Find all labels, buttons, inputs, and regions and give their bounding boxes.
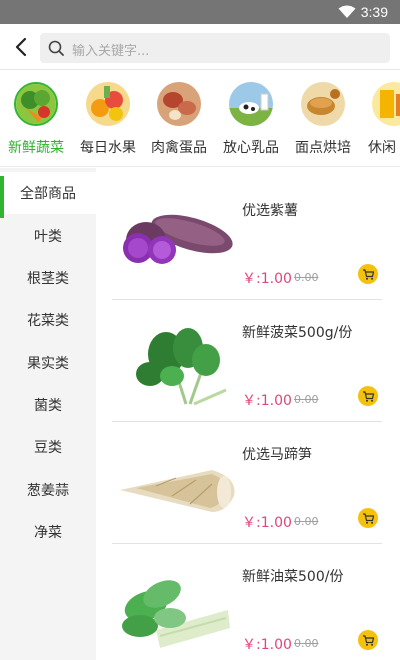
snacks-thumbnail <box>372 82 400 126</box>
add-to-cart-button[interactable] <box>358 264 378 284</box>
product-item[interactable]: 新鲜菠菜500g/份 ￥:1.00 0.00 <box>96 300 400 422</box>
category-dairy[interactable]: 放心乳品 <box>215 82 287 162</box>
sidebar-item-label: 净菜 <box>34 525 62 541</box>
sidebar-item-label: 豆类 <box>34 440 62 456</box>
sidebar-item-label: 叶类 <box>34 229 62 245</box>
product-item[interactable]: 新鲜油菜500/份 ￥:1.00 0.00 <box>96 544 400 660</box>
add-to-cart-button[interactable] <box>358 630 378 650</box>
sidebar-item-mushroom[interactable]: 菌类 <box>0 384 96 426</box>
back-button[interactable] <box>8 32 34 62</box>
add-to-cart-button[interactable] <box>358 386 378 406</box>
search-header: 输入关键字... <box>0 24 400 70</box>
product-original-price: 0.00 <box>294 393 319 406</box>
product-original-price: 0.00 <box>294 271 319 284</box>
sidebar-item-beans[interactable]: 豆类 <box>0 426 96 468</box>
product-name: 优选马蹄笋 <box>242 447 312 463</box>
product-price: ￥:1.00 <box>242 515 292 531</box>
sidebar-item-prepared[interactable]: 净菜 <box>0 511 96 553</box>
product-price: ￥:1.00 <box>242 637 292 653</box>
subcategory-sidebar: 全部商品 叶类 根茎类 花菜类 果实类 菌类 豆类 葱姜蒜 净菜 <box>0 168 96 660</box>
product-item[interactable]: 优选紫薯 ￥:1.00 0.00 <box>96 178 400 300</box>
cart-icon <box>362 634 374 646</box>
dairy-thumbnail <box>229 82 273 126</box>
sidebar-item-fruit-veg[interactable]: 果实类 <box>0 342 96 384</box>
cart-icon <box>362 512 374 524</box>
product-name: 新鲜菠菜500g/份 <box>242 325 353 341</box>
back-arrow-icon <box>15 37 27 57</box>
search-icon <box>48 40 64 56</box>
bakery-thumbnail <box>301 82 345 126</box>
sidebar-item-root[interactable]: 根茎类 <box>0 257 96 299</box>
sidebar-item-label: 根茎类 <box>27 271 69 287</box>
bamboo-shoot-image <box>120 470 235 512</box>
category-vegetables[interactable]: 新鲜蔬菜 <box>0 82 72 162</box>
meat-eggs-thumbnail <box>157 82 201 126</box>
purple-sweet-potato-image <box>123 214 233 264</box>
bok-choy-image <box>122 580 230 648</box>
category-snacks[interactable]: 休闲 <box>358 82 400 162</box>
sidebar-item-flower[interactable]: 花菜类 <box>0 299 96 341</box>
category-label: 新鲜蔬菜 <box>8 140 64 156</box>
cart-icon <box>362 268 374 280</box>
product-name: 优选紫薯 <box>242 203 298 219</box>
sidebar-item-label: 花菜类 <box>27 313 69 329</box>
cart-icon <box>362 390 374 402</box>
category-label: 面点烘培 <box>295 140 351 156</box>
sidebar-item-label: 果实类 <box>27 356 69 372</box>
status-time: 3:39 <box>360 4 388 20</box>
product-original-price: 0.00 <box>294 515 319 528</box>
category-label: 休闲 <box>368 140 396 156</box>
sidebar-item-all[interactable]: 全部商品 <box>0 172 96 218</box>
category-label: 放心乳品 <box>223 140 279 156</box>
product-name: 新鲜油菜500/份 <box>242 569 344 585</box>
search-input[interactable]: 输入关键字... <box>40 33 390 63</box>
search-placeholder: 输入关键字... <box>72 44 150 59</box>
vegetables-thumbnail <box>14 82 58 126</box>
category-strip[interactable]: 新鲜蔬菜 每日水果 肉禽蛋品 放心乳品 面点烘培 休闲 <box>0 70 400 167</box>
product-price: ￥:1.00 <box>242 393 292 409</box>
category-fruits[interactable]: 每日水果 <box>72 82 144 162</box>
product-list[interactable]: 优选紫薯 ￥:1.00 0.00 新鲜菠菜500g/份 ￥:1.00 0.00 <box>96 168 400 660</box>
category-meat-eggs[interactable]: 肉禽蛋品 <box>143 82 215 162</box>
category-label: 每日水果 <box>80 140 136 156</box>
sidebar-item-onion-ginger-garlic[interactable]: 葱姜蒜 <box>0 469 96 511</box>
sidebar-item-label: 菌类 <box>34 398 62 414</box>
add-to-cart-button[interactable] <box>358 508 378 528</box>
fruits-thumbnail <box>86 82 130 126</box>
status-bar: 3:39 <box>0 0 400 24</box>
spinach-image <box>136 328 227 406</box>
wifi-icon <box>338 5 356 18</box>
category-label: 肉禽蛋品 <box>151 140 207 156</box>
category-bakery[interactable]: 面点烘培 <box>287 82 359 162</box>
product-original-price: 0.00 <box>294 637 319 650</box>
product-price: ￥:1.00 <box>242 271 292 287</box>
sidebar-item-label: 全部商品 <box>20 186 76 202</box>
sidebar-item-label: 葱姜蒜 <box>27 483 69 499</box>
product-item[interactable]: 优选马蹄笋 ￥:1.00 0.00 <box>96 422 400 544</box>
sidebar-item-leafy[interactable]: 叶类 <box>0 215 96 257</box>
